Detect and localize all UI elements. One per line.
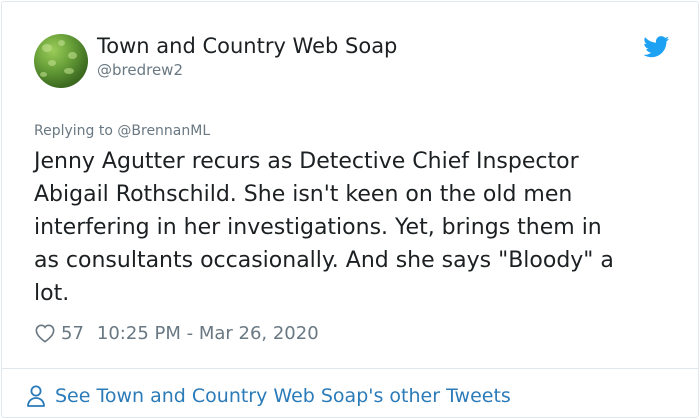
author-handle[interactable]: @bredrew2: [97, 61, 183, 79]
replying-to-prefix: Replying to: [34, 123, 118, 139]
embedded-tweet-card: Town and Country Web Soap @bredrew2 Repl…: [1, 1, 699, 418]
tweet-meta: 57 10:25 PM - Mar 26, 2020: [34, 320, 319, 346]
person-icon: [27, 385, 45, 407]
heart-icon[interactable]: [34, 323, 56, 343]
author-avatar[interactable]: [34, 34, 88, 88]
tweet-text: Jenny Agutter recurs as Detective Chief …: [34, 149, 614, 306]
author-name[interactable]: Town and Country Web Soap: [97, 34, 397, 58]
footer-divider: [2, 368, 698, 369]
replying-to-link[interactable]: @BrennanML: [117, 123, 210, 139]
see-other-tweets-link[interactable]: See Town and Country Web Soap's other Tw…: [26, 383, 511, 409]
replying-to-line: Replying to @BrennanML: [34, 123, 210, 139]
see-other-tweets-label: See Town and Country Web Soap's other Tw…: [55, 385, 511, 407]
tweet-timestamp[interactable]: 10:25 PM - Mar 26, 2020: [97, 323, 319, 344]
twitter-bird-icon[interactable]: [643, 36, 670, 58]
like-count[interactable]: 57: [61, 323, 84, 344]
